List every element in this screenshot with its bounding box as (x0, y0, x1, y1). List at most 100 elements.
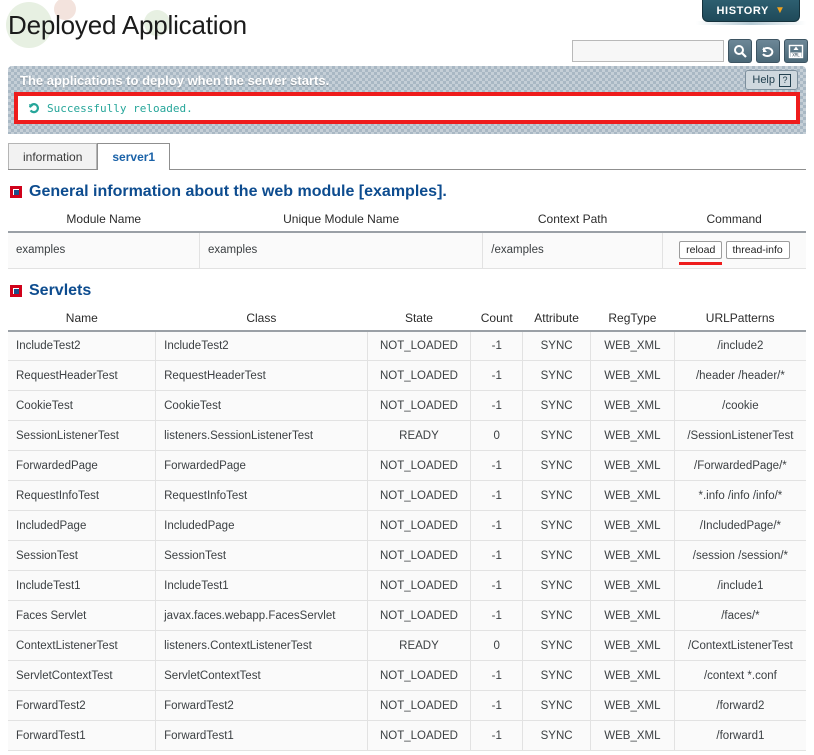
table-row: SessionListenerTest listeners.SessionList… (8, 420, 806, 451)
column-header-module-name: Module Name (8, 207, 200, 233)
cell-state: NOT_LOADED (367, 660, 472, 691)
section-marker-icon (10, 186, 22, 198)
chevron-down-icon: ▼ (775, 4, 786, 16)
reload-icon[interactable] (756, 39, 780, 63)
column-header-unique-module-name: Unique Module Name (199, 207, 483, 233)
top-header: Deployed Application HISTORY ▼ XML (0, 0, 814, 66)
reload-button[interactable]: reload (679, 241, 723, 260)
cell-state: READY (367, 630, 472, 661)
cell-urlpatterns: /session /session/* (674, 540, 806, 571)
cell-regtype: WEB_XML (590, 600, 675, 631)
cell-context-path: /examples (482, 232, 663, 269)
cell-attribute: SYNC (522, 690, 592, 721)
cell-count: -1 (470, 330, 524, 361)
refresh-circle-icon (28, 102, 40, 114)
xml-export-icon[interactable]: XML (784, 39, 808, 63)
cell-count: -1 (470, 660, 524, 691)
cell-attribute: SYNC (522, 720, 592, 751)
cell-attribute: SYNC (522, 510, 592, 541)
cell-class: ForwardTest2 (155, 690, 368, 721)
cell-count: 0 (470, 630, 524, 661)
cell-count: -1 (470, 450, 524, 481)
cell-attribute: SYNC (522, 330, 592, 361)
search-icon[interactable] (728, 39, 752, 63)
cell-urlpatterns: /ContextListenerTest (674, 630, 806, 661)
cell-class: listeners.SessionListenerTest (155, 420, 368, 451)
cell-attribute: SYNC (522, 360, 592, 391)
cell-regtype: WEB_XML (590, 420, 675, 451)
cell-name: CookieTest (8, 390, 157, 421)
cell-class: RequestHeaderTest (155, 360, 368, 391)
tab-server1[interactable]: server1 (97, 143, 171, 170)
cell-state: NOT_LOADED (367, 330, 472, 361)
cell-attribute: SYNC (522, 480, 592, 511)
history-button[interactable]: HISTORY ▼ (702, 0, 800, 22)
general-section-title: General information about the web module… (29, 183, 447, 200)
table-row: IncludeTest1 IncludeTest1 NOT_LOADED -1 SYNC… (8, 570, 806, 601)
cell-urlpatterns: /faces/* (674, 600, 806, 631)
servlets-table: Name Class State Count Attribute RegType… (8, 305, 806, 751)
cell-count: -1 (470, 720, 524, 751)
column-header-count: Count (470, 305, 523, 332)
cell-regtype: WEB_XML (590, 480, 675, 511)
cell-attribute: SYNC (522, 420, 592, 451)
cell-name: IncludeTest1 (8, 570, 157, 601)
table-row: IncludedPage IncludedPage NOT_LOADED -1 SYNC… (8, 510, 806, 541)
column-header-command: Command (662, 207, 806, 233)
servlets-section-header: Servlets (10, 282, 806, 300)
cell-urlpatterns: /SessionListenerTest (674, 420, 806, 451)
search-input[interactable] (572, 40, 724, 62)
tab-bar: information server1 (8, 142, 806, 170)
general-section-header: General information about the web module… (10, 183, 806, 201)
cell-class: CookieTest (155, 390, 368, 421)
cell-attribute: SYNC (522, 540, 592, 571)
table-row: ForwardTest2 ForwardTest2 NOT_LOADED -1 SYNC… (8, 690, 806, 721)
cell-attribute: SYNC (522, 660, 592, 691)
cell-state: NOT_LOADED (367, 720, 472, 751)
cell-regtype: WEB_XML (590, 570, 675, 601)
cell-urlpatterns: /context *.conf (674, 660, 806, 691)
module-table-header-row: Module Name Unique Module Name Context P… (8, 207, 806, 233)
cell-state: READY (367, 420, 472, 451)
column-header-regtype: RegType (590, 305, 675, 332)
cell-class: IncludeTest1 (155, 570, 368, 601)
cell-name: Faces Servlet (8, 600, 157, 631)
page-title: Deployed Application (8, 10, 247, 40)
tab-information[interactable]: information (8, 143, 98, 169)
thread-info-button[interactable]: thread-info (725, 241, 790, 260)
cell-name: ForwardTest2 (8, 690, 157, 721)
cell-name: ForwardedPage (8, 450, 157, 481)
cell-state: NOT_LOADED (367, 360, 472, 391)
table-row: Faces Servlet javax.faces.webapp.FacesSer… (8, 600, 806, 631)
cell-name: SessionListenerTest (8, 420, 157, 451)
cell-urlpatterns: /header /header/* (674, 360, 806, 391)
cell-state: NOT_LOADED (367, 390, 472, 421)
cell-class: ForwardedPage (155, 450, 368, 481)
cell-class: IncludeTest2 (155, 330, 368, 361)
tab-information-label: information (23, 149, 83, 164)
module-table: Module Name Unique Module Name Context P… (8, 207, 806, 269)
table-row: ForwardedPage ForwardedPage NOT_LOADED -1 SY… (8, 450, 806, 481)
cell-urlpatterns: /include2 (674, 330, 806, 361)
cell-state: NOT_LOADED (367, 480, 472, 511)
cell-class: javax.faces.webapp.FacesServlet (155, 600, 368, 631)
table-row: CookieTest CookieTest NOT_LOADED -1 SYNC WEB_… (8, 390, 806, 421)
table-row: ContextListenerTest listeners.ContextList… (8, 630, 806, 661)
cell-command: reload thread-info (662, 232, 806, 269)
cell-attribute: SYNC (522, 630, 592, 661)
help-button-label: Help (752, 74, 775, 86)
table-row: ForwardTest1 ForwardTest1 NOT_LOADED -1 SYNC… (8, 720, 806, 751)
table-row: RequestInfoTest RequestInfoTest NOT_LOADED… (8, 480, 806, 511)
column-header-urlpatterns: URLPatterns (674, 305, 806, 332)
cell-unique-module-name: examples (199, 232, 484, 269)
cell-name: IncludeTest2 (8, 330, 157, 361)
cell-name: ContextListenerTest (8, 630, 157, 661)
cell-count: -1 (470, 480, 524, 511)
cell-state: NOT_LOADED (367, 600, 472, 631)
cell-regtype: WEB_XML (590, 360, 675, 391)
table-row: ServletContextTest ServletContextTest NOT_… (8, 660, 806, 691)
header-toolbar: XML (572, 39, 808, 63)
cell-count: -1 (470, 390, 524, 421)
table-row: SessionTest SessionTest NOT_LOADED -1 SYNC WE… (8, 540, 806, 571)
help-button[interactable]: Help ? (745, 70, 798, 90)
